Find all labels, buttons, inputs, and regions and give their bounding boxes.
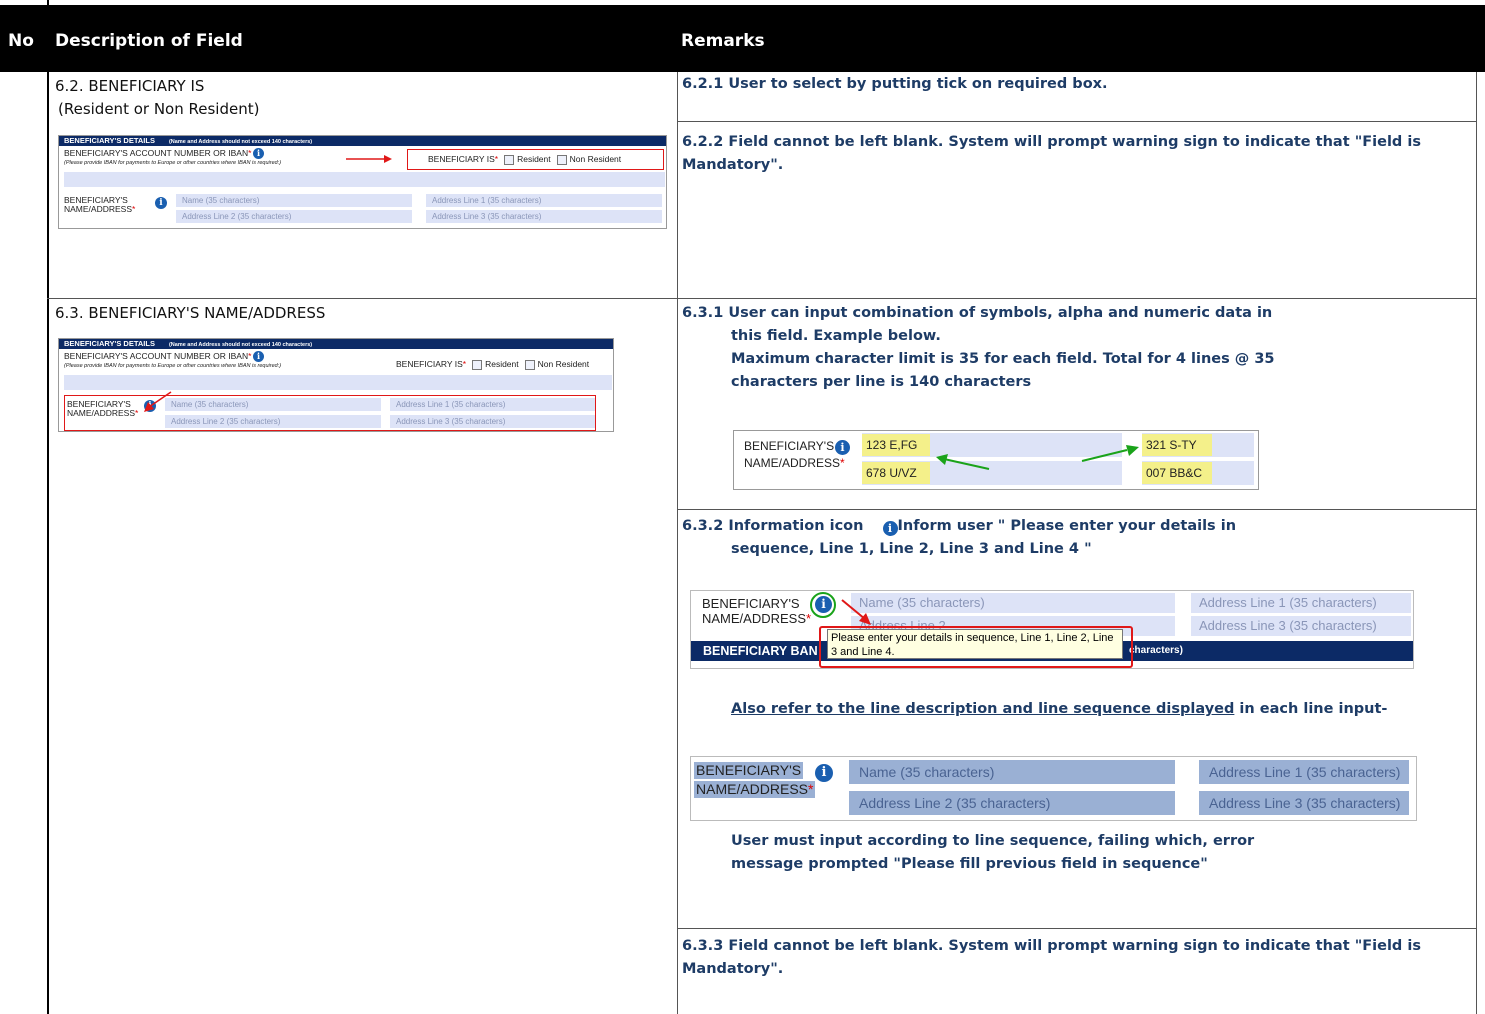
- info-icon: i: [253, 351, 264, 362]
- beneficiary-details-screenshot: BENEFICIARY'S DETAILS (Name and Address s…: [58, 135, 667, 229]
- table-header: No Description of Field Remarks: [0, 5, 1485, 72]
- row-63-title: 6.3. BENEFICIARY'S NAME/ADDRESS: [55, 304, 326, 322]
- row-62-title: 6.2. BENEFICIARY IS: [55, 77, 205, 95]
- address-line2-value: 678 U/VZ: [862, 462, 930, 484]
- info-icon: i: [882, 521, 898, 536]
- green-arrow-icon: [936, 454, 990, 470]
- section-bar: BENEFICIARY'S DETAILS (Name and Address s…: [59, 136, 666, 146]
- resident-checkbox[interactable]: [504, 154, 515, 165]
- column-divider-remarks: [677, 72, 678, 1014]
- sequence-note: User must input according to line sequen…: [731, 833, 1255, 872]
- address-line1-value: 321 S-TY: [1142, 434, 1212, 456]
- remark-621: 6.2.1 User to select by putting tick on …: [682, 76, 1108, 92]
- info-icon: i: [155, 197, 167, 209]
- header-description: Description of Field: [55, 31, 243, 51]
- divider-632: [677, 928, 1477, 929]
- address-line3-value: 007 BB&C: [1142, 462, 1212, 484]
- header-remarks: Remarks: [681, 31, 765, 51]
- non-resident-checkbox[interactable]: [556, 154, 567, 165]
- remark-633: 6.3.3 Field cannot be left blank. System…: [682, 938, 1421, 977]
- green-arrow-icon: [1081, 445, 1139, 462]
- also-refer-note: Also refer to the line description and l…: [731, 701, 1388, 717]
- column-divider-no: [47, 0, 49, 1014]
- name-value: 123 E,FG: [862, 434, 930, 456]
- red-arrow-icon: [346, 155, 392, 163]
- beneficiary-details-screenshot-2: BENEFICIARY'S DETAILS (Name and Address s…: [58, 338, 614, 432]
- row-divider-62-63: [47, 298, 1477, 299]
- highlight-box: [64, 395, 596, 431]
- green-circle-highlight: [810, 592, 836, 618]
- red-arrow-icon: [841, 599, 871, 625]
- account-number-input[interactable]: [64, 172, 665, 187]
- divider-621: [677, 121, 1477, 122]
- remark-631: 6.3.1 User can input combination of symb…: [682, 305, 1275, 390]
- info-icon: i: [253, 148, 264, 159]
- table-right-border: [1476, 72, 1477, 1014]
- remark-632: 6.3.2 Information icon i Inform user " Pl…: [682, 518, 1237, 557]
- row-62-subtitle: (Resident or Non Resident): [58, 100, 260, 118]
- line-sequence-screenshot: BENEFICIARY'S NAME/ADDRESS* i Name (35 c…: [690, 756, 1417, 821]
- remark-622: 6.2.2 Field cannot be left blank. System…: [682, 134, 1421, 173]
- highlight-box: [819, 626, 1133, 668]
- header-no: No: [8, 31, 34, 51]
- address-line3-input[interactable]: Address Line 3 (35 characters): [426, 210, 662, 223]
- address-line1-input[interactable]: Address Line 1 (35 characters): [426, 194, 662, 207]
- tooltip-example-screenshot: BENEFICIARY'S NAME/ADDRESS* i Name (35 c…: [690, 590, 1414, 669]
- divider-631: [677, 509, 1477, 510]
- name-input[interactable]: Name (35 characters): [176, 194, 412, 207]
- info-icon: i: [835, 440, 850, 455]
- address-line2-input[interactable]: Address Line 2 (35 characters): [176, 210, 412, 223]
- info-icon: i: [815, 764, 833, 782]
- example-input-screenshot: BENEFICIARY'S NAME/ADDRESS* i 123 E,FG 6…: [733, 430, 1259, 490]
